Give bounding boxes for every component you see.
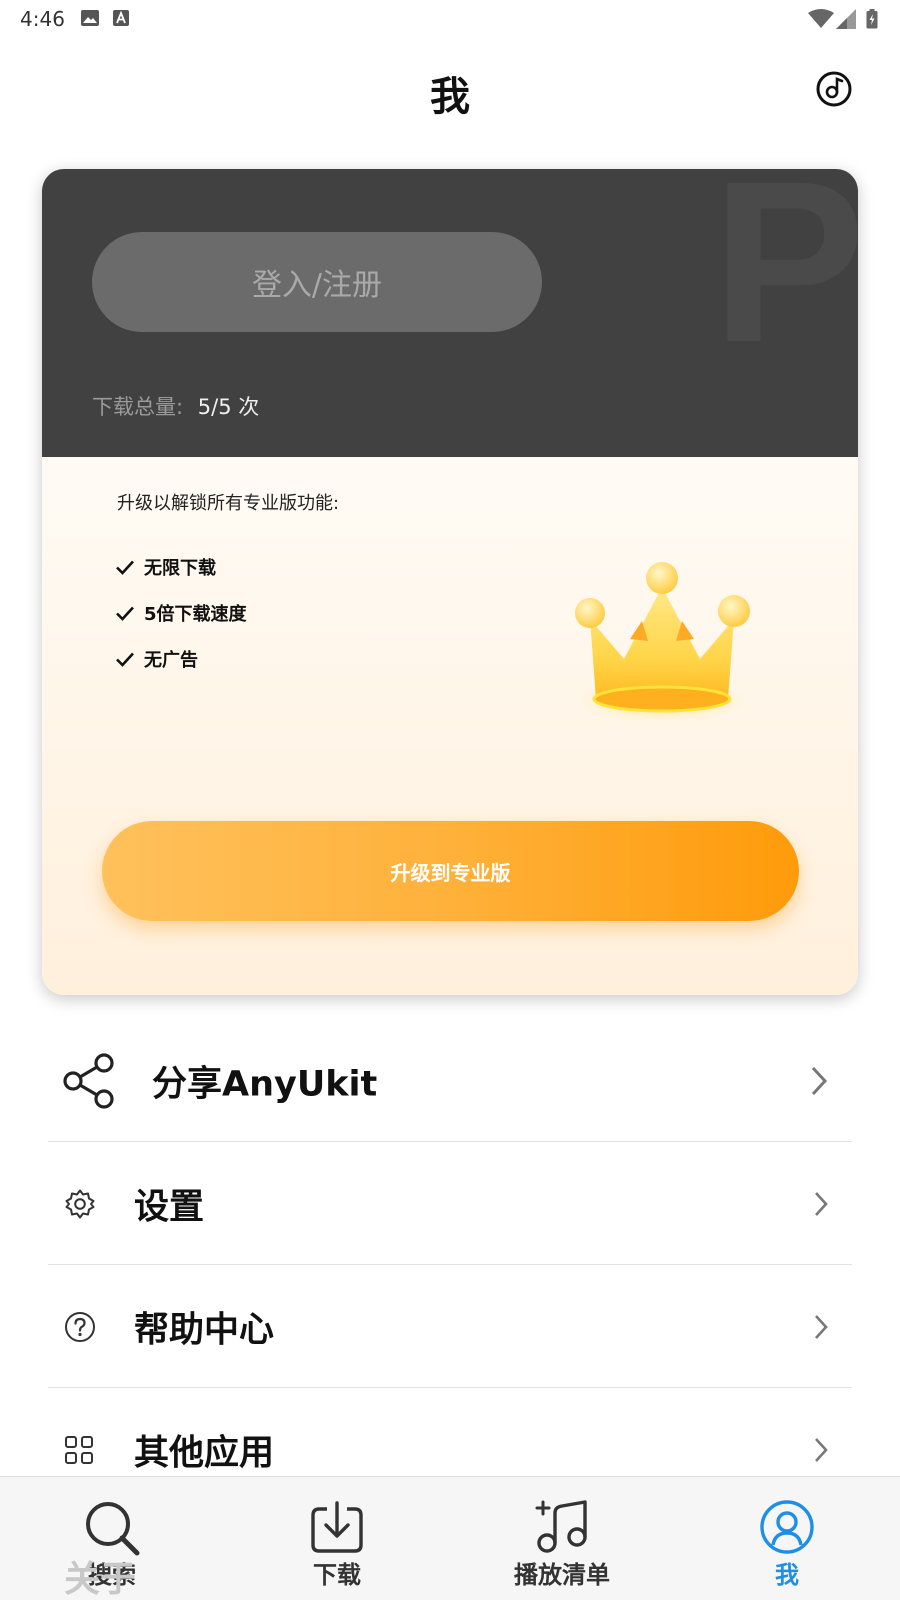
menu-label-other-apps: 其他应用 bbox=[134, 1433, 275, 1474]
nav-tab-me[interactable]: 我 bbox=[707, 1477, 867, 1600]
help-icon bbox=[65, 1311, 95, 1342]
check-icon bbox=[116, 606, 134, 621]
battery-icon bbox=[866, 9, 878, 29]
status-time: 4:46 bbox=[20, 7, 65, 31]
music-disc-icon[interactable] bbox=[815, 70, 853, 108]
a-notification-icon bbox=[113, 10, 129, 26]
status-bar: 4:46 bbox=[0, 0, 900, 36]
signal-icon bbox=[836, 9, 856, 29]
crown-icon bbox=[575, 562, 750, 719]
check-icon bbox=[116, 652, 134, 667]
user-icon bbox=[760, 1500, 814, 1554]
download-total-label: 下载总量: bbox=[92, 395, 184, 419]
nav-label-download: 下载 bbox=[313, 1561, 361, 1589]
check-icon bbox=[116, 560, 134, 575]
download-total: 下载总量: 5/5 次 bbox=[92, 391, 259, 421]
download-total-value: 5/5 次 bbox=[197, 395, 260, 419]
login-register-button[interactable]: 登入/注册 bbox=[92, 232, 542, 332]
membership-card: P 登入/注册 下载总量: 5/5 次 升级以解锁所有专业版功能: 无限下载 5… bbox=[42, 169, 858, 995]
feature-list: 无限下载 5倍下载速度 无广告 bbox=[115, 544, 247, 682]
feature-label: 无广告 bbox=[144, 650, 198, 671]
share-icon bbox=[63, 1052, 114, 1109]
menu-item-settings[interactable]: 设置 bbox=[48, 1143, 852, 1265]
feature-label: 5倍下载速度 bbox=[144, 604, 247, 625]
nav-label-me: 我 bbox=[775, 1561, 799, 1589]
nav-tab-download[interactable]: 下载 bbox=[257, 1477, 417, 1600]
gear-icon bbox=[65, 1189, 95, 1218]
chevron-right-icon bbox=[815, 1438, 828, 1462]
menu-label-settings: 设置 bbox=[134, 1187, 205, 1227]
menu-label-share: 分享AnyUkit bbox=[152, 1064, 378, 1104]
page-title: 我 bbox=[430, 74, 470, 120]
menu-item-help-center[interactable]: 帮助中心 bbox=[48, 1266, 852, 1388]
music-add-icon bbox=[535, 1500, 587, 1553]
image-notification-icon bbox=[81, 10, 99, 26]
account-panel: P 登入/注册 下载总量: 5/5 次 bbox=[42, 169, 858, 457]
feature-item: 无限下载 bbox=[115, 544, 247, 590]
feature-item: 无广告 bbox=[115, 636, 247, 682]
chevron-right-icon bbox=[815, 1191, 828, 1216]
upgrade-to-pro-button[interactable]: 升级到专业版 bbox=[102, 821, 799, 921]
feature-label: 无限下载 bbox=[144, 558, 216, 579]
feature-item: 5倍下载速度 bbox=[115, 590, 247, 636]
nav-label-playlist: 播放清单 bbox=[514, 1561, 610, 1589]
chevron-right-icon bbox=[815, 1314, 828, 1339]
menu-label-about-ghost: 关于 bbox=[64, 1559, 137, 1600]
search-icon bbox=[86, 1502, 140, 1556]
menu-item-share[interactable]: 分享AnyUkit bbox=[48, 1020, 852, 1142]
upgrade-heading: 升级以解锁所有专业版功能: bbox=[117, 493, 340, 514]
menu-label-help-center: 帮助中心 bbox=[134, 1310, 275, 1350]
grid-icon bbox=[65, 1436, 93, 1464]
card-watermark: P bbox=[712, 169, 858, 390]
nav-tab-playlist[interactable]: 播放清单 bbox=[482, 1477, 642, 1600]
wifi-icon bbox=[808, 9, 834, 28]
download-icon bbox=[311, 1501, 363, 1553]
chevron-right-icon bbox=[811, 1066, 828, 1095]
